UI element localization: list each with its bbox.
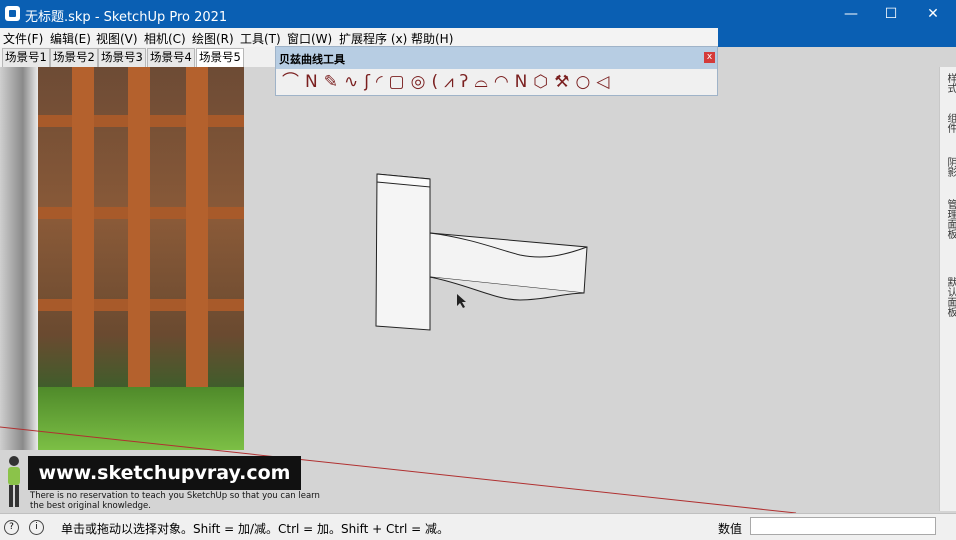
watermark-url: www.sketchupvray.com	[28, 456, 301, 490]
tray-tab-shadows[interactable]: 阴影	[941, 157, 956, 177]
s-curve-icon[interactable]: ʃ	[364, 72, 376, 92]
geolocation-icon[interactable]: ?	[4, 520, 19, 535]
polygon-icon[interactable]: ⬡	[533, 72, 554, 92]
measurements-label: 数值	[718, 522, 743, 536]
tray-tab-default[interactable]: 默认面板	[941, 277, 956, 317]
status-bar: ? i 单击或拖动以选择对象。Shift = 加/减。Ctrl = 加。Shif…	[0, 513, 956, 540]
presenter-figure	[8, 456, 20, 507]
bezier-curve-icon[interactable]: ⌒	[282, 72, 305, 92]
tray-tab-styles[interactable]: 样式	[941, 73, 956, 93]
polyline-icon[interactable]: Ν	[305, 72, 324, 92]
mouse-cursor-icon	[457, 294, 466, 308]
instructor-info-icon[interactable]: i	[29, 520, 44, 535]
spiral-icon[interactable]: ◎	[411, 72, 432, 92]
toolbar-title: 贝兹曲线工具	[279, 53, 345, 66]
status-message: 单击或拖动以选择对象。Shift = 加/减。Ctrl = 加。Shift + …	[61, 522, 450, 536]
tray-tab-manage[interactable]: 管理面板	[941, 199, 956, 239]
curve-icon[interactable]: (	[431, 72, 444, 92]
wrench-icon[interactable]: ⚒	[554, 72, 575, 92]
spline-edit-icon[interactable]: ✎	[324, 72, 344, 92]
tray-tab-components[interactable]: 组件	[941, 113, 956, 133]
hook-icon[interactable]: ʔ	[460, 72, 475, 92]
arc-icon[interactable]: ◜	[376, 72, 389, 92]
toolbar-icons: ⌒Ν✎∿ʃ◜▢◎(⩘ʔ⌓◠Ν⬡⚒○◁	[282, 71, 712, 93]
watermark-caption: There is no reservation to teach you Ske…	[30, 491, 320, 511]
toolbar-close-button[interactable]: x	[704, 52, 715, 63]
toolbar-title-bar[interactable]: 贝兹曲线工具	[276, 47, 717, 69]
circle-icon[interactable]: ○	[575, 72, 596, 92]
rectangle-icon[interactable]: ▢	[389, 72, 411, 92]
n-curve-icon[interactable]: ∿	[344, 72, 364, 92]
measurements-input[interactable]	[750, 517, 936, 535]
zigzag-icon[interactable]: ⩘	[444, 72, 460, 92]
arc-open-icon[interactable]: ⌓	[474, 72, 493, 92]
freehand-icon[interactable]: Ν	[515, 72, 534, 92]
half-circle-icon[interactable]: ◠	[494, 72, 515, 92]
triangle-icon[interactable]: ◁	[596, 72, 615, 92]
bezier-toolbar: 贝兹曲线工具 x ⌒Ν✎∿ʃ◜▢◎(⩘ʔ⌓◠Ν⬡⚒○◁	[275, 46, 718, 96]
default-tray: 样式 组件 阴影 管理面板 默认面板	[939, 67, 956, 511]
